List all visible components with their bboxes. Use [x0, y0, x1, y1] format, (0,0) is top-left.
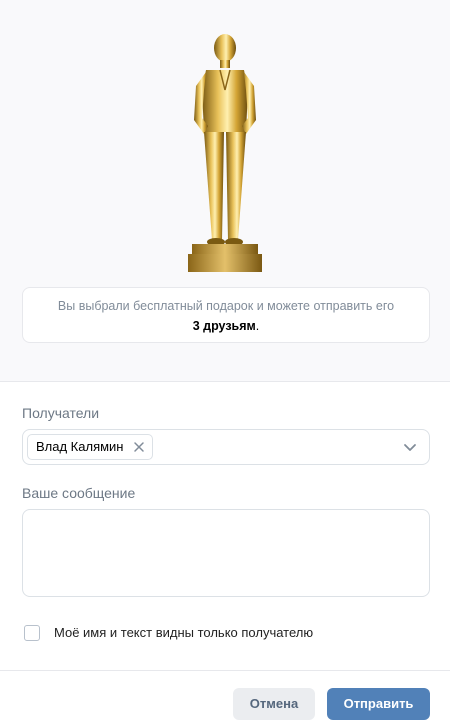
cancel-button[interactable]: Отмена: [233, 688, 315, 720]
gift-info-message: Вы выбрали бесплатный подарок и можете о…: [22, 287, 430, 343]
privacy-checkbox-label[interactable]: Моё имя и текст видны только получателю: [54, 625, 313, 640]
footer-divider: [0, 670, 450, 671]
message-textarea[interactable]: [22, 509, 430, 597]
message-label: Ваше сообщение: [22, 485, 136, 501]
gift-info-text: Вы выбрали бесплатный подарок и можете о…: [57, 299, 395, 313]
gift-info-count-line: 3 друзьям.: [23, 316, 429, 336]
chevron-down-icon[interactable]: [403, 442, 417, 452]
info-period: .: [255, 319, 260, 333]
send-button[interactable]: Отправить: [327, 688, 430, 720]
gift-preview-area: Вы выбрали бесплатный подарок и можете о…: [0, 0, 450, 382]
recipients-select[interactable]: Влад Калямин: [22, 429, 430, 465]
golden-statue-image: [188, 34, 262, 272]
recipients-label: Получатели: [22, 405, 100, 421]
recipient-chip: Влад Калямин: [27, 434, 153, 460]
recipient-name: Влад Калямин: [36, 439, 124, 454]
privacy-checkbox[interactable]: [24, 625, 40, 641]
friends-count: 3 друзьям: [192, 319, 256, 333]
remove-recipient-icon[interactable]: [133, 441, 145, 453]
